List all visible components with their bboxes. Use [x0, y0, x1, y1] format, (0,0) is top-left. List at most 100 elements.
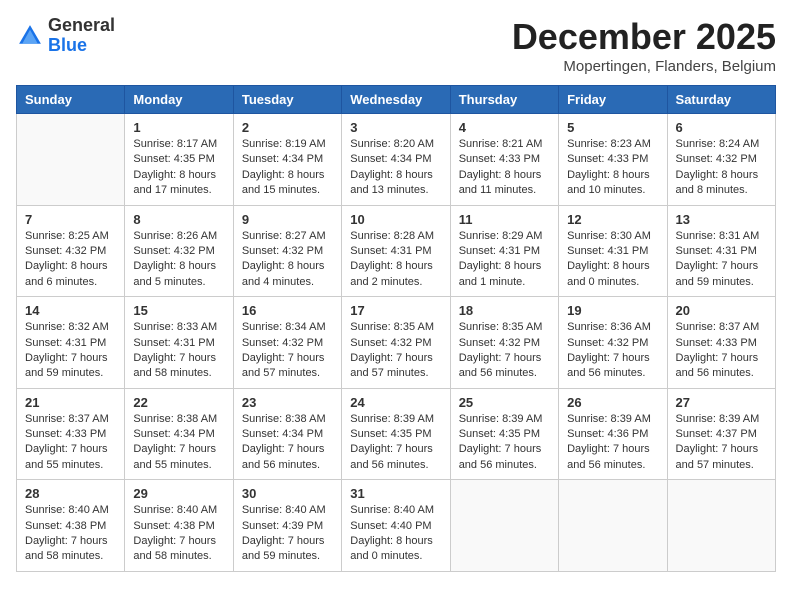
day-number: 23 [242, 395, 333, 410]
calendar-cell: 8 Sunrise: 8:26 AMSunset: 4:32 PMDaylight… [125, 205, 233, 297]
day-info: Sunrise: 8:40 AMSunset: 4:38 PMDaylight:… [133, 503, 224, 565]
day-info: Sunrise: 8:31 AMSunset: 4:31 PMDaylight:… [676, 229, 767, 291]
day-info: Sunrise: 8:32 AMSunset: 4:31 PMDaylight:… [25, 320, 116, 382]
day-info: Sunrise: 8:37 AMSunset: 4:33 PMDaylight:… [25, 412, 116, 474]
day-number: 20 [676, 303, 767, 318]
calendar-cell: 1Sunrise: 8:17 AMSunset: 4:35 PMDaylight… [125, 114, 233, 206]
weekday-header: Monday [125, 86, 233, 114]
day-number: 30 [242, 486, 333, 501]
day-info: Sunrise: 8:33 AMSunset: 4:31 PMDaylight:… [133, 320, 224, 382]
day-info: Sunrise: 8:34 AMSunset: 4:32 PMDaylight:… [242, 320, 333, 382]
day-info: Sunrise: 8:35 AMSunset: 4:32 PMDaylight:… [350, 320, 441, 382]
day-number: 14 [25, 303, 116, 318]
calendar-cell: 7Sunrise: 8:25 AMSunset: 4:32 PMDaylight… [17, 205, 125, 297]
calendar-cell: 16 Sunrise: 8:34 AMSunset: 4:32 PMDayligh… [233, 297, 341, 389]
day-info: Sunrise: 8:25 AMSunset: 4:32 PMDaylight:… [25, 229, 116, 291]
week-row: 1Sunrise: 8:17 AMSunset: 4:35 PMDaylight… [17, 114, 776, 206]
day-info: Sunrise: 8:30 AMSunset: 4:31 PMDaylight:… [567, 229, 658, 291]
day-number: 6 [676, 120, 767, 135]
day-info: Sunrise: 8:40 AMSunset: 4:39 PMDaylight:… [242, 503, 333, 565]
week-row: 14 Sunrise: 8:32 AMSunset: 4:31 PMDayligh… [17, 297, 776, 389]
day-info: Sunrise: 8:38 AMSunset: 4:34 PMDaylight:… [133, 412, 224, 474]
calendar-cell: 21Sunrise: 8:37 AMSunset: 4:33 PMDayligh… [17, 388, 125, 480]
day-info: Sunrise: 8:23 AMSunset: 4:33 PMDaylight:… [567, 137, 658, 199]
day-number: 11 [459, 212, 550, 227]
week-row: 7Sunrise: 8:25 AMSunset: 4:32 PMDaylight… [17, 205, 776, 297]
logo-text: General Blue [48, 16, 115, 56]
weekday-header: Friday [559, 86, 667, 114]
day-number: 24 [350, 395, 441, 410]
calendar-cell: 6 Sunrise: 8:24 AMSunset: 4:32 PMDaylight… [667, 114, 775, 206]
day-number: 31 [350, 486, 441, 501]
weekday-header: Wednesday [342, 86, 450, 114]
calendar-cell: 23 Sunrise: 8:38 AMSunset: 4:34 PMDayligh… [233, 388, 341, 480]
day-info: Sunrise: 8:28 AMSunset: 4:31 PMDaylight:… [350, 229, 441, 291]
day-info: Sunrise: 8:24 AMSunset: 4:32 PMDaylight:… [676, 137, 767, 199]
weekday-header: Tuesday [233, 86, 341, 114]
calendar-cell: 9 Sunrise: 8:27 AMSunset: 4:32 PMDaylight… [233, 205, 341, 297]
day-info: Sunrise: 8:27 AMSunset: 4:32 PMDaylight:… [242, 229, 333, 291]
day-info: Sunrise: 8:21 AMSunset: 4:33 PMDaylight:… [459, 137, 550, 199]
day-number: 13 [676, 212, 767, 227]
calendar-cell: 13 Sunrise: 8:31 AMSunset: 4:31 PMDayligh… [667, 205, 775, 297]
day-info: Sunrise: 8:40 AMSunset: 4:38 PMDaylight:… [25, 503, 116, 565]
day-number: 29 [133, 486, 224, 501]
day-info: Sunrise: 8:26 AMSunset: 4:32 PMDaylight:… [133, 229, 224, 291]
day-number: 25 [459, 395, 550, 410]
calendar-cell: 15 Sunrise: 8:33 AMSunset: 4:31 PMDayligh… [125, 297, 233, 389]
day-number: 15 [133, 303, 224, 318]
calendar-cell: 28 Sunrise: 8:40 AMSunset: 4:38 PMDayligh… [17, 480, 125, 572]
month-title: December 2025 [512, 16, 776, 58]
calendar-cell: 26 Sunrise: 8:39 AMSunset: 4:36 PMDayligh… [559, 388, 667, 480]
location: Mopertingen, Flanders, Belgium [512, 58, 776, 75]
day-number: 1 [133, 120, 224, 135]
calendar-cell: 30 Sunrise: 8:40 AMSunset: 4:39 PMDayligh… [233, 480, 341, 572]
day-number: 2 [242, 120, 333, 135]
calendar-cell: 18Sunrise: 8:35 AMSunset: 4:32 PMDayligh… [450, 297, 558, 389]
day-number: 4 [459, 120, 550, 135]
day-number: 3 [350, 120, 441, 135]
calendar-cell [667, 480, 775, 572]
weekday-header: Sunday [17, 86, 125, 114]
day-info: Sunrise: 8:29 AMSunset: 4:31 PMDaylight:… [459, 229, 550, 291]
day-info: Sunrise: 8:36 AMSunset: 4:32 PMDaylight:… [567, 320, 658, 382]
week-row: 28 Sunrise: 8:40 AMSunset: 4:38 PMDayligh… [17, 480, 776, 572]
day-info: Sunrise: 8:19 AMSunset: 4:34 PMDaylight:… [242, 137, 333, 199]
calendar-table: SundayMondayTuesdayWednesdayThursdayFrid… [16, 85, 776, 572]
page-header: General Blue December 2025 Mopertingen, … [16, 16, 776, 75]
calendar-cell [17, 114, 125, 206]
day-number: 19 [567, 303, 658, 318]
calendar-cell: 17 Sunrise: 8:35 AMSunset: 4:32 PMDayligh… [342, 297, 450, 389]
day-info: Sunrise: 8:38 AMSunset: 4:34 PMDaylight:… [242, 412, 333, 474]
calendar-cell: 27 Sunrise: 8:39 AMSunset: 4:37 PMDayligh… [667, 388, 775, 480]
day-number: 8 [133, 212, 224, 227]
calendar-cell: 20 Sunrise: 8:37 AMSunset: 4:33 PMDayligh… [667, 297, 775, 389]
calendar-cell: 29 Sunrise: 8:40 AMSunset: 4:38 PMDayligh… [125, 480, 233, 572]
day-info: Sunrise: 8:39 AMSunset: 4:37 PMDaylight:… [676, 412, 767, 474]
calendar-cell: 3 Sunrise: 8:20 AMSunset: 4:34 PMDaylight… [342, 114, 450, 206]
day-info: Sunrise: 8:39 AMSunset: 4:36 PMDaylight:… [567, 412, 658, 474]
title-block: December 2025 Mopertingen, Flanders, Bel… [512, 16, 776, 75]
calendar-cell: 19 Sunrise: 8:36 AMSunset: 4:32 PMDayligh… [559, 297, 667, 389]
day-number: 16 [242, 303, 333, 318]
calendar-cell: 4 Sunrise: 8:21 AMSunset: 4:33 PMDaylight… [450, 114, 558, 206]
calendar-cell [450, 480, 558, 572]
day-info: Sunrise: 8:20 AMSunset: 4:34 PMDaylight:… [350, 137, 441, 199]
calendar-cell: 2 Sunrise: 8:19 AMSunset: 4:34 PMDaylight… [233, 114, 341, 206]
day-number: 10 [350, 212, 441, 227]
day-number: 27 [676, 395, 767, 410]
day-number: 5 [567, 120, 658, 135]
calendar-cell: 10 Sunrise: 8:28 AMSunset: 4:31 PMDayligh… [342, 205, 450, 297]
calendar-cell: 24Sunrise: 8:39 AMSunset: 4:35 PMDayligh… [342, 388, 450, 480]
day-info: Sunrise: 8:37 AMSunset: 4:33 PMDaylight:… [676, 320, 767, 382]
day-number: 17 [350, 303, 441, 318]
day-number: 12 [567, 212, 658, 227]
day-number: 18 [459, 303, 550, 318]
day-number: 9 [242, 212, 333, 227]
calendar-cell: 11 Sunrise: 8:29 AMSunset: 4:31 PMDayligh… [450, 205, 558, 297]
day-number: 28 [25, 486, 116, 501]
calendar-cell: 14 Sunrise: 8:32 AMSunset: 4:31 PMDayligh… [17, 297, 125, 389]
day-number: 26 [567, 395, 658, 410]
day-number: 22 [133, 395, 224, 410]
weekday-header-row: SundayMondayTuesdayWednesdayThursdayFrid… [17, 86, 776, 114]
